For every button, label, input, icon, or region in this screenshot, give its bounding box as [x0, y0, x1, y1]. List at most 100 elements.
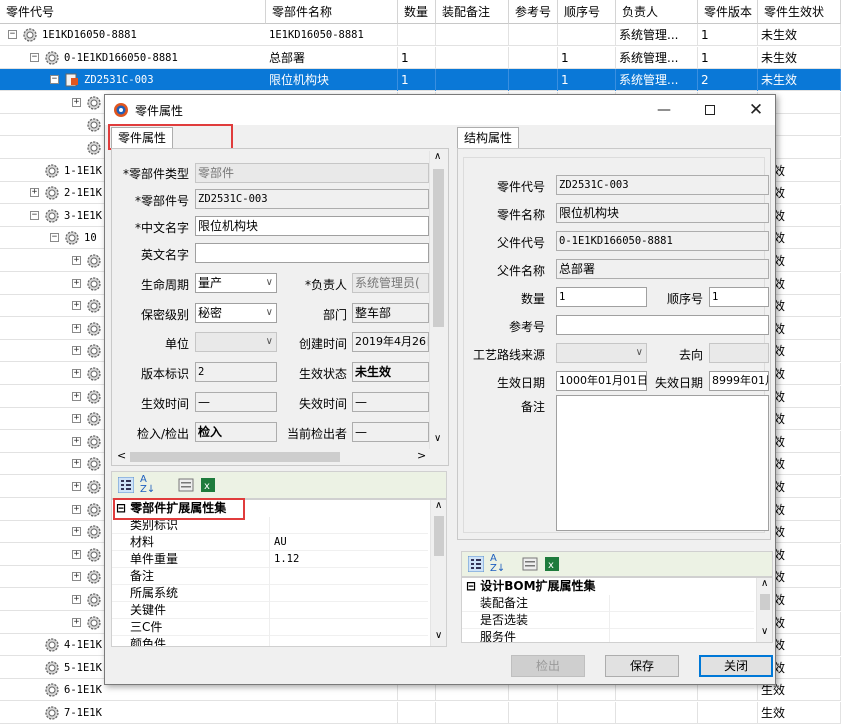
scroll-thumb[interactable]	[760, 594, 770, 610]
unit-select[interactable]: ∨	[195, 332, 277, 352]
efftime-field[interactable]: —	[195, 392, 277, 412]
column-header-2[interactable]: 零部件名称	[266, 0, 398, 24]
expand-toggle-icon[interactable]: +	[72, 595, 81, 604]
expand-toggle-icon[interactable]: +	[72, 482, 81, 491]
expand-toggle-icon[interactable]: +	[72, 527, 81, 537]
expand-toggle-icon[interactable]: +	[72, 436, 81, 446]
qty-field[interactable]: 1	[556, 287, 647, 307]
property-row[interactable]: 单件重量 1.12	[112, 551, 428, 568]
expand-toggle-icon[interactable]: +	[72, 323, 81, 333]
expand-toggle-icon[interactable]: +	[72, 391, 81, 401]
version-field[interactable]: 2	[195, 362, 277, 382]
column-header-6[interactable]: 顺序号	[558, 0, 616, 24]
remark-textarea[interactable]	[556, 395, 769, 531]
property-pages-icon[interactable]	[178, 477, 194, 493]
seq-field[interactable]: 1	[709, 287, 769, 307]
expand-toggle-icon[interactable]: +	[72, 459, 81, 469]
parent-code-field[interactable]: 0-1E1KD166050-8881	[556, 231, 769, 251]
sort-alpha-icon[interactable]: A Z↓	[490, 554, 505, 574]
expand-toggle-icon[interactable]: +	[72, 278, 81, 288]
cn-name-field[interactable]: 限位机构块	[195, 216, 429, 236]
form-vertical-scrollbar[interactable]: ∧ ∨	[429, 151, 446, 449]
ref-field[interactable]	[556, 315, 769, 335]
expand-toggle-icon[interactable]: −	[30, 210, 39, 220]
parent-name-field[interactable]: 总部署	[556, 259, 769, 279]
expand-toggle-icon[interactable]: −	[8, 30, 17, 39]
property-row[interactable]: 材料 AU	[112, 534, 428, 551]
expand-toggle-icon[interactable]: +	[72, 504, 81, 514]
close-button[interactable]: 关闭	[699, 655, 773, 677]
property-row[interactable]: 装配备注	[462, 595, 754, 612]
en-name-field[interactable]	[195, 243, 429, 263]
sort-alpha-icon[interactable]: A Z↓	[140, 475, 155, 495]
minimize-button[interactable]: —	[641, 95, 687, 125]
expand-toggle-icon[interactable]: +	[30, 188, 39, 198]
ext-vertical-scrollbar[interactable]: ∧ ∨	[430, 500, 446, 646]
property-value[interactable]: AU	[274, 534, 287, 551]
column-header-4[interactable]: 装配备注	[436, 0, 509, 24]
part-code-field[interactable]: ZD2531C-003	[556, 175, 769, 195]
close-window-button[interactable]: ✕	[733, 95, 779, 125]
expand-toggle-icon[interactable]: +	[72, 346, 81, 356]
expand-toggle-icon[interactable]: +	[72, 572, 81, 582]
checkout-by-field[interactable]: —	[352, 422, 429, 442]
column-header-7[interactable]: 负责人	[616, 0, 698, 24]
dept-field[interactable]: 整车部	[352, 303, 429, 323]
dir-field[interactable]	[709, 343, 769, 363]
created-field[interactable]: 2019年4月26日	[352, 332, 429, 352]
column-header-9[interactable]: 零件生效状	[758, 0, 841, 24]
property-row[interactable]: 关键件	[112, 602, 428, 619]
ext-props-grid[interactable]: ⊟ 零部件扩展属性集 类别标识 材料 AU 单件重量 1.12 备注 所属系统 关键件 三C件颜…	[111, 499, 447, 647]
column-header-1[interactable]: 零件代号	[0, 0, 266, 24]
part-type-field[interactable]: 零部件	[195, 163, 429, 183]
expand-toggle-icon[interactable]: −	[30, 52, 39, 62]
property-row[interactable]: 服务件	[462, 629, 754, 642]
column-header-8[interactable]: 零件版本	[698, 0, 758, 24]
tree-row[interactable]: 7-1E1K 生效	[0, 702, 841, 724]
secret-select[interactable]: 秘密 ∨	[195, 303, 277, 323]
part-no-field[interactable]: ZD2531C-003	[195, 189, 429, 209]
route-select[interactable]: ∨	[556, 343, 647, 363]
property-row[interactable]: 三C件	[112, 619, 428, 636]
categorized-view-icon[interactable]	[468, 556, 484, 572]
tab-structure-properties[interactable]: 结构属性	[457, 127, 520, 149]
categorized-view-icon[interactable]	[118, 477, 134, 493]
save-button[interactable]: 保存	[605, 655, 679, 677]
hscroll-thumb[interactable]	[130, 452, 340, 462]
property-row[interactable]: 颜色件	[112, 636, 428, 646]
eff-date-field[interactable]: 1000年01月01日	[556, 371, 647, 391]
expand-toggle-icon[interactable]: +	[72, 617, 81, 627]
expand-toggle-icon[interactable]: +	[72, 414, 81, 424]
scroll-thumb[interactable]	[433, 169, 444, 327]
bom-props-grid[interactable]: ⊟ 设计BOM扩展属性集 装配备注 是否选装 服务件 ∧ ∨	[461, 577, 773, 643]
part-name-field[interactable]: 限位机构块	[556, 203, 769, 223]
form-horizontal-scrollbar[interactable]: < >	[112, 449, 429, 465]
tree-row[interactable]: −0-1E1KD166050-8881 总部署 1 1 系统管理... 1 未生效	[0, 46, 841, 69]
scroll-thumb[interactable]	[434, 516, 444, 556]
effstate-field[interactable]: 未生效	[352, 362, 429, 382]
property-value[interactable]: 1.12	[274, 551, 299, 568]
excel-export-icon[interactable]: x	[544, 556, 560, 572]
excel-export-icon[interactable]: x	[200, 477, 216, 493]
tree-row[interactable]: − ZD2531C-003 限位机构块 1 1 系统管理... 2 未生效	[0, 69, 841, 92]
tree-row[interactable]: − 1E1KD16050-8881 1E1KD16050-8881 系统管理... 1 未…	[0, 24, 841, 46]
column-header-3[interactable]: 数量	[398, 0, 436, 24]
dialog-titlebar[interactable]: 零件属性 — ✕	[105, 95, 775, 125]
property-row[interactable]: 备注	[112, 568, 428, 585]
inv-date-field[interactable]: 8999年01月	[709, 371, 769, 391]
expand-toggle-icon[interactable]: +	[72, 256, 81, 265]
invtime-field[interactable]: —	[352, 392, 429, 412]
property-row[interactable]: 是否选装	[462, 612, 754, 629]
bom-group-header[interactable]: ⊟ 设计BOM扩展属性集	[462, 578, 758, 595]
expand-toggle-icon[interactable]: −	[50, 75, 59, 85]
checkout-button[interactable]: 检出	[511, 655, 585, 677]
property-pages-icon[interactable]	[522, 556, 538, 572]
bom-vertical-scrollbar[interactable]: ∧ ∨	[756, 578, 772, 642]
column-header-5[interactable]: 参考号	[509, 0, 558, 24]
expand-toggle-icon[interactable]: +	[72, 369, 81, 378]
expand-toggle-icon[interactable]: +	[72, 549, 81, 559]
expand-toggle-icon[interactable]: +	[72, 97, 81, 107]
expand-toggle-icon[interactable]: +	[72, 301, 81, 311]
property-row[interactable]: 所属系统	[112, 585, 428, 602]
maximize-button[interactable]	[687, 95, 733, 125]
